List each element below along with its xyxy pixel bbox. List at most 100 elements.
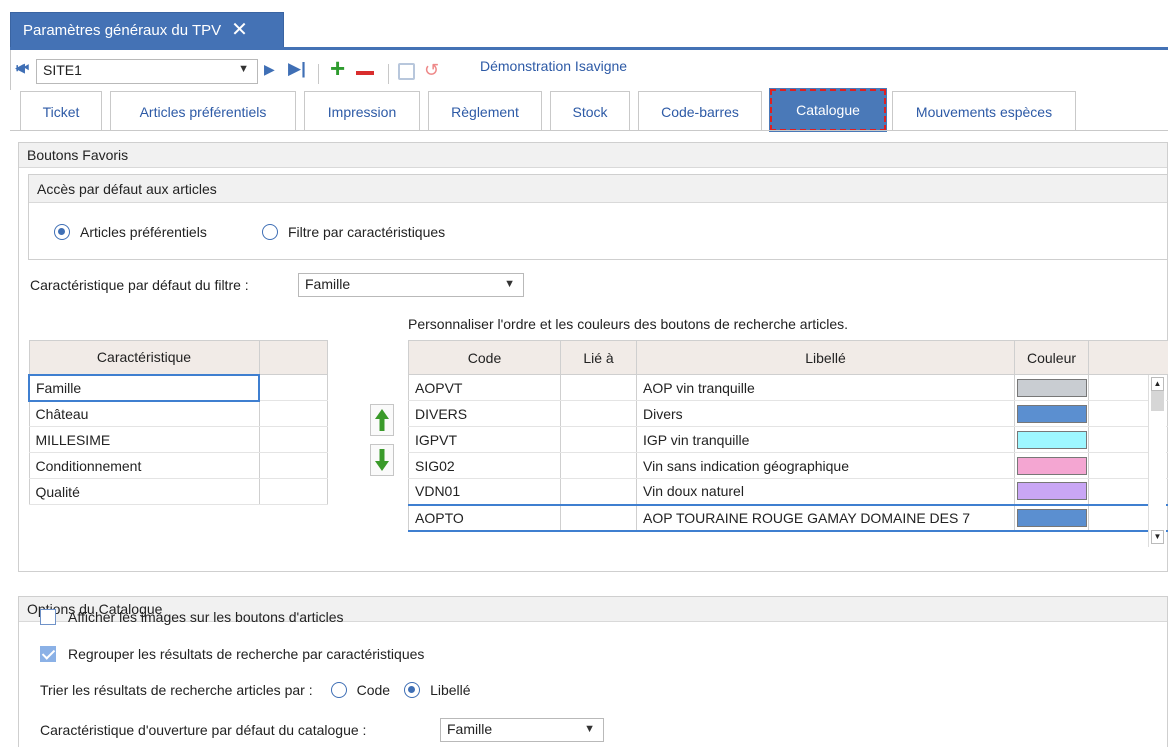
tab-stock[interactable]: Stock: [550, 91, 630, 131]
filter-characteristic-select[interactable]: Famille ▼: [298, 273, 524, 297]
libelle-cell[interactable]: IGP vin tranquille: [636, 426, 1015, 453]
tab-articles-preferentiels[interactable]: Articles préférentiels: [110, 91, 296, 131]
save-icon[interactable]: [398, 63, 415, 80]
code-cell[interactable]: AOPTO: [408, 503, 561, 532]
table-row[interactable]: IGPVT IGP vin tranquille: [408, 426, 1168, 453]
sort-code-label[interactable]: Code: [357, 682, 390, 698]
table-row[interactable]: Château: [29, 400, 328, 427]
access-option-filtre[interactable]: Filtre par caractéristiques: [262, 224, 445, 240]
chevron-down-icon[interactable]: ▼: [238, 63, 249, 75]
color-swatch[interactable]: [1017, 404, 1087, 423]
scroll-thumb[interactable]: [1151, 391, 1164, 411]
table-row[interactable]: Conditionnement: [29, 452, 328, 479]
radio-button[interactable]: [262, 224, 278, 240]
chevron-down-icon[interactable]: ▼: [584, 723, 595, 735]
remove-icon[interactable]: [356, 71, 374, 75]
code-cell[interactable]: DIVERS: [408, 400, 561, 427]
code-cell[interactable]: SIG02: [408, 452, 561, 479]
couleur-cell[interactable]: [1014, 503, 1089, 532]
toolbar-divider: [318, 64, 319, 84]
site-select[interactable]: ◀ SITE1 ▼: [15, 59, 258, 84]
sort-libelle-radio[interactable]: [404, 682, 421, 698]
characteristic-cell[interactable]: Famille: [28, 373, 260, 402]
filter-label: Caractéristique par défaut du filtre :: [30, 277, 249, 293]
scroll-up-icon[interactable]: ▲: [1151, 377, 1164, 391]
blank-header: [1088, 340, 1168, 375]
show-images-option[interactable]: Afficher les images sur les boutons d'ar…: [40, 609, 344, 625]
move-up-button[interactable]: [370, 404, 394, 436]
color-swatch[interactable]: [1017, 482, 1087, 501]
libelle-cell[interactable]: Vin doux naturel: [636, 478, 1015, 505]
tab-catalogue[interactable]: Catalogue: [769, 88, 887, 132]
tab-ticket[interactable]: Ticket: [20, 91, 102, 131]
table-row[interactable]: Famille: [28, 373, 328, 402]
document-tab-title: Paramètres généraux du TPV: [23, 21, 222, 39]
lie-a-cell[interactable]: [560, 374, 637, 401]
lie-a-cell[interactable]: [560, 426, 637, 453]
add-icon[interactable]: +: [330, 55, 345, 81]
tab-reglement[interactable]: Règlement: [428, 91, 542, 131]
couleur-cell[interactable]: [1014, 426, 1089, 453]
previous-icon[interactable]: ◀: [15, 60, 25, 76]
lie-a-cell[interactable]: [560, 452, 637, 479]
group-results-checkbox[interactable]: [40, 646, 56, 662]
sort-libelle-label[interactable]: Libellé: [430, 682, 470, 698]
table-row[interactable]: DIVERS Divers: [408, 400, 1168, 427]
couleur-cell[interactable]: [1014, 374, 1089, 401]
open-characteristic-select[interactable]: Famille ▼: [440, 718, 604, 742]
document-tab[interactable]: Paramètres généraux du TPV ✕: [10, 12, 284, 48]
open-characteristic-label: Caractéristique d'ouverture par défaut d…: [40, 722, 367, 738]
code-cell[interactable]: IGPVT: [408, 426, 561, 453]
libelle-cell[interactable]: AOP vin tranquille: [636, 374, 1015, 401]
undo-icon[interactable]: ↺: [424, 60, 439, 81]
lie-a-cell[interactable]: [560, 478, 637, 505]
couleur-cell[interactable]: [1014, 400, 1089, 427]
libelle-cell[interactable]: Vin sans indication géographique: [636, 452, 1015, 479]
tab-code-barres[interactable]: Code-barres: [638, 91, 762, 131]
close-icon[interactable]: ✕: [231, 20, 248, 40]
libelle-cell[interactable]: Divers: [636, 400, 1015, 427]
table-row[interactable]: MILLESIME: [29, 426, 328, 453]
tab-mouvements-especes[interactable]: Mouvements espèces: [892, 91, 1076, 131]
code-cell[interactable]: AOPVT: [408, 374, 561, 401]
table-row[interactable]: AOPVT AOP vin tranquille: [408, 374, 1168, 401]
couleur-cell[interactable]: [1014, 452, 1089, 479]
code-cell[interactable]: VDN01: [408, 478, 561, 505]
characteristic-cell[interactable]: Château: [29, 400, 260, 427]
table-row[interactable]: AOPTO AOP TOURAINE ROUGE GAMAY DOMAINE DE…: [408, 503, 1168, 532]
table-row[interactable]: SIG02 Vin sans indication géographique: [408, 452, 1168, 479]
sort-code-radio[interactable]: [330, 682, 347, 698]
chevron-down-icon[interactable]: ▼: [504, 278, 515, 290]
radio-button-selected[interactable]: [54, 224, 70, 240]
tabs-baseline: [10, 130, 1168, 131]
table-row[interactable]: Qualité: [29, 478, 328, 505]
table-row[interactable]: VDN01 Vin doux naturel: [408, 478, 1168, 505]
group-results-label: Regrouper les résultats de recherche par…: [68, 646, 425, 662]
access-option2-label: Filtre par caractéristiques: [288, 224, 446, 240]
libelle-cell[interactable]: AOP TOURAINE ROUGE GAMAY DOMAINE DES 7: [636, 503, 1015, 532]
next-record-icon[interactable]: ▶: [264, 61, 275, 78]
move-down-button[interactable]: [370, 444, 394, 476]
lie-a-header: Lié à: [560, 340, 637, 375]
color-swatch[interactable]: [1017, 456, 1087, 475]
color-swatch[interactable]: [1017, 430, 1087, 449]
access-option-preferentiels[interactable]: Articles préférentiels: [54, 224, 207, 240]
customize-label: Personnaliser l'ordre et les couleurs de…: [408, 316, 849, 332]
characteristic-cell[interactable]: MILLESIME: [29, 426, 260, 453]
access-group-header: Accès par défaut aux articles: [29, 175, 1167, 203]
scroll-down-icon[interactable]: ▼: [1151, 530, 1164, 544]
tab-impression[interactable]: Impression: [304, 91, 420, 131]
codes-scrollbar[interactable]: ▲ ▼: [1148, 375, 1166, 547]
characteristic-grid: Caractéristique Famille Château MILLESIM…: [28, 340, 328, 505]
show-images-checkbox[interactable]: [40, 609, 56, 625]
last-record-icon[interactable]: ▶|: [288, 59, 306, 79]
characteristic-cell[interactable]: Conditionnement: [29, 452, 260, 479]
characteristic-cell[interactable]: Qualité: [29, 478, 260, 505]
show-images-label: Afficher les images sur les boutons d'ar…: [68, 609, 344, 625]
lie-a-cell[interactable]: [560, 400, 637, 427]
group-results-option[interactable]: Regrouper les résultats de recherche par…: [40, 646, 424, 662]
lie-a-cell[interactable]: [560, 503, 637, 532]
color-swatch[interactable]: [1017, 378, 1087, 397]
color-swatch[interactable]: [1017, 508, 1087, 527]
couleur-cell[interactable]: [1014, 478, 1089, 505]
